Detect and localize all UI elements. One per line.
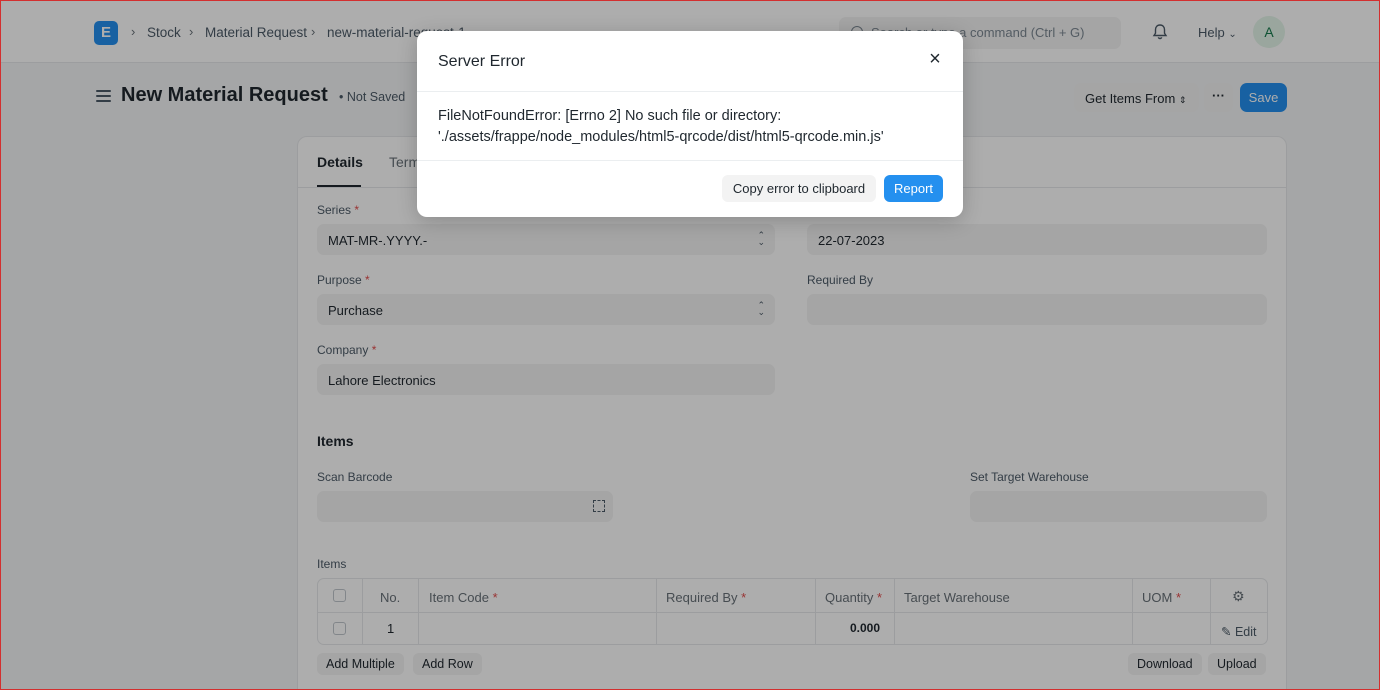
dialog-divider [417,91,963,92]
dialog-divider [417,160,963,161]
close-icon[interactable]: × [926,49,944,69]
copy-error-button[interactable]: Copy error to clipboard [722,175,876,202]
server-error-dialog: Server Error × FileNotFoundError: [Errno… [417,31,963,217]
error-message-line: './assets/frappe/node_modules/html5-qrco… [438,129,884,145]
error-message: FileNotFoundError: [Errno 2] No such fil… [438,106,948,148]
report-button[interactable]: Report [884,175,943,202]
app-window: E › Stock › Material Request › new-mater… [0,0,1380,690]
dialog-title: Server Error [438,53,526,70]
error-message-line: FileNotFoundError: [Errno 2] No such fil… [438,108,782,124]
